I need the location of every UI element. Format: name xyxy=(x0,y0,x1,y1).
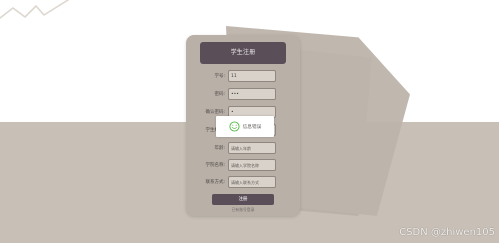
age-row: 年龄: 请输入年龄 xyxy=(194,142,292,156)
college-input[interactable]: 请输入学院名称 xyxy=(228,159,276,171)
student-id-row: 学号: 11 xyxy=(194,70,292,84)
toast-message: 信息错误 xyxy=(242,124,262,130)
student-id-label: 学号: xyxy=(214,74,225,79)
college-label: 学院名称: xyxy=(205,163,225,168)
form-title: 学生注册 xyxy=(200,42,286,64)
contact-row: 联系方式: 请输入联系方式 xyxy=(194,176,292,190)
contact-label: 联系方式: xyxy=(205,180,225,185)
password-row: 密码: ••• xyxy=(194,88,292,102)
password-input[interactable]: ••• xyxy=(228,88,276,100)
registration-page: 学生注册 学号: 11 密码: ••• 确认密码: • 学生姓名: 年龄: 请输… xyxy=(0,0,499,243)
smile-icon xyxy=(229,121,240,132)
error-toast: 信息错误 xyxy=(216,116,274,137)
register-button[interactable]: 注册 xyxy=(212,194,274,205)
college-row: 学院名称: 请输入学院名称 xyxy=(194,159,292,173)
age-input[interactable]: 请输入年龄 xyxy=(228,142,276,154)
student-id-input[interactable]: 11 xyxy=(228,70,276,82)
password-label: 密码: xyxy=(214,92,225,97)
contact-input[interactable]: 请输入联系方式 xyxy=(228,176,276,188)
age-label: 年龄: xyxy=(214,146,225,151)
watermark: CSDN @zhiwen105 xyxy=(399,227,495,238)
decorative-scribble xyxy=(0,0,69,19)
login-link[interactable]: 已有账号登录 xyxy=(221,207,265,213)
